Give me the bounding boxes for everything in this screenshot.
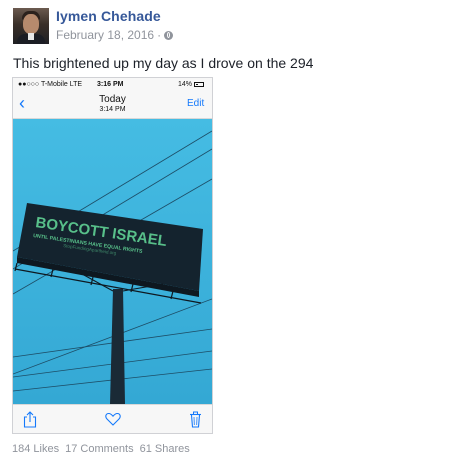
phone-toolbar [13, 404, 212, 433]
billboard-photo: BOYCOTT ISRAEL UNTIL PALESTINIANS HAVE E… [13, 119, 212, 404]
post-stats: 184 Likes 17 Comments 61 Shares [12, 443, 190, 455]
post-text: This brightened up my day as I drove on … [13, 55, 314, 71]
share-icon [23, 411, 37, 428]
likes-count[interactable]: 184 Likes [12, 443, 59, 455]
comments-count[interactable]: 17 Comments [65, 443, 133, 455]
post-meta: February 18, 2016 · [56, 28, 174, 42]
nav-title: Today [99, 94, 126, 105]
nav-subtitle: 3:14 PM [99, 106, 126, 113]
battery-icon [194, 82, 204, 87]
post-date[interactable]: February 18, 2016 [56, 28, 154, 42]
meta-separator: · [157, 28, 162, 42]
status-time: 3:16 PM [97, 81, 124, 88]
author-avatar[interactable] [13, 8, 49, 44]
heart-icon [105, 412, 121, 426]
phone-nav-bar: ‹ Today 3:14 PM Edit [13, 92, 212, 119]
shares-count[interactable]: 61 Shares [140, 443, 190, 455]
edit-label: Edit [187, 98, 205, 109]
battery-percent: 14% [178, 81, 193, 88]
facebook-post: Iymen Chehade February 18, 2016 · This b… [0, 0, 449, 465]
globe-icon[interactable] [164, 30, 174, 40]
post-photo[interactable]: ●●○○○ T-Mobile LTE 3:16 PM 14% ‹ Today 3… [12, 77, 213, 434]
author-name[interactable]: Iymen Chehade [56, 8, 161, 24]
trash-icon [190, 411, 201, 428]
phone-status-bar: ●●○○○ T-Mobile LTE 3:16 PM 14% [13, 78, 212, 92]
carrier-label: ●●○○○ T-Mobile LTE [18, 81, 83, 88]
